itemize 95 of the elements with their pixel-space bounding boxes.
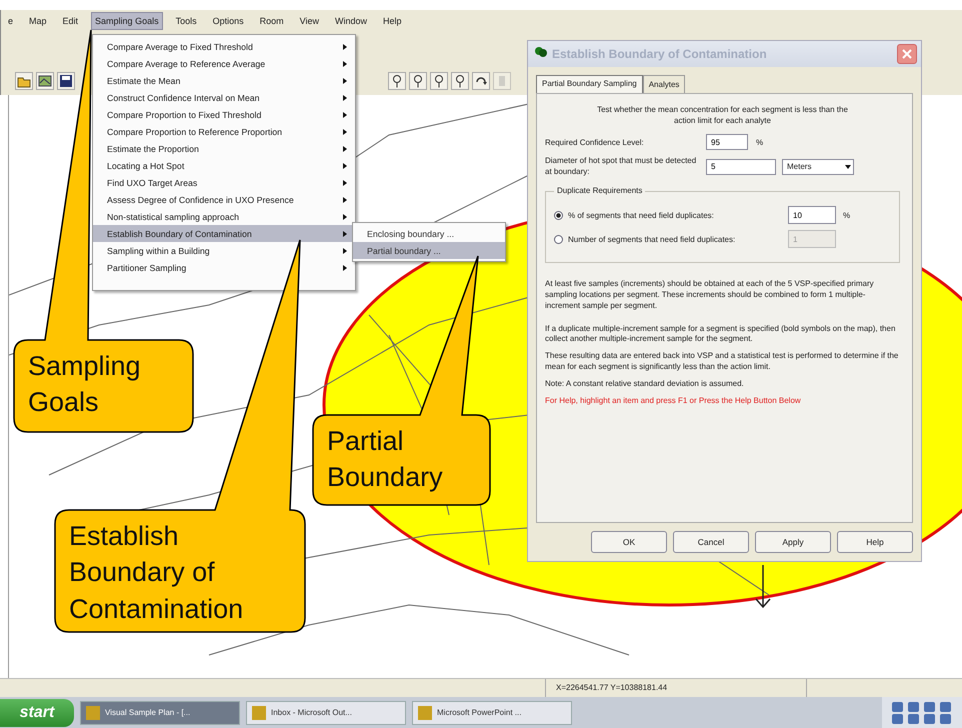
submenu-arrow-icon <box>343 60 347 66</box>
instruction-text: At least five samples (increments) should be obtained at each of the 5 VSP-specified primary sampling locations per segment. These increments should be combined to form 1 multiple-increment sample per segment. <box>545 279 875 312</box>
rotate-icon[interactable] <box>472 72 490 90</box>
menu-bar-item[interactable]: e <box>5 13 16 29</box>
taskbar-button[interactable]: Inbox - Microsoft Out... <box>246 700 406 724</box>
menu-bar-item[interactable]: Options <box>210 13 247 29</box>
submenu-arrow-icon <box>343 162 347 168</box>
down-arrow-icon <box>755 564 771 608</box>
tray-icon[interactable] <box>940 714 951 724</box>
submenu-arrow-icon <box>343 180 347 186</box>
menu-item[interactable]: Assess Degree of Confidence in UXO Presence <box>93 191 355 208</box>
tab[interactable]: Analytes <box>642 75 686 93</box>
radio-button[interactable] <box>554 234 563 244</box>
submenu-arrow-icon <box>343 112 347 118</box>
close-icon <box>902 49 912 59</box>
submenu-arrow-icon <box>343 128 347 134</box>
diameter-input[interactable]: 5 <box>706 158 776 175</box>
menu-bar-item[interactable]: Tools <box>172 13 200 29</box>
group-title: Duplicate Requirements <box>554 186 646 196</box>
tray-icon[interactable] <box>908 714 919 724</box>
confidence-input[interactable]: 95 <box>706 134 748 150</box>
menu-item[interactable]: Partial boundary ... <box>353 242 505 259</box>
menu-bar-item[interactable]: Edit <box>60 13 82 29</box>
map-icon[interactable] <box>36 72 54 90</box>
menu-bar-item[interactable]: Room <box>256 13 287 29</box>
menu-item[interactable]: Non-statistical sampling approach <box>93 208 355 225</box>
menu-item[interactable]: Enclosing boundary ... <box>353 225 505 242</box>
save-icon[interactable] <box>57 72 75 90</box>
pin-icon[interactable] <box>430 72 448 90</box>
tray-icon[interactable] <box>908 702 919 712</box>
menu-item[interactable]: Compare Proportion to Reference Proportion <box>93 123 355 140</box>
menu-bar-item[interactable]: Map <box>26 13 50 29</box>
submenu-arrow-icon <box>343 230 347 236</box>
menu-item[interactable]: Sampling within a Building <box>93 242 355 259</box>
tray-icon[interactable] <box>940 702 951 712</box>
folder-icon[interactable] <box>15 72 33 90</box>
tab[interactable]: Partial Boundary Sampling <box>536 75 643 93</box>
pin-icon[interactable] <box>388 72 406 90</box>
app-icon <box>252 706 266 720</box>
submenu-arrow-icon <box>343 94 347 100</box>
menu-bar-item[interactable]: Help <box>380 13 405 29</box>
menu-item[interactable]: Partitioner Sampling <box>93 259 355 276</box>
tray-icon[interactable] <box>924 714 935 724</box>
submenu-arrow-icon <box>343 248 347 254</box>
menu-item[interactable]: Establish Boundary of Contamination <box>93 225 355 242</box>
menu-bar-item[interactable]: Window <box>332 13 370 29</box>
pin-icon[interactable] <box>409 72 427 90</box>
radio-button[interactable] <box>554 210 563 220</box>
close-button[interactable] <box>897 44 917 64</box>
menu-item[interactable]: Compare Average to Fixed Threshold <box>93 38 355 55</box>
callout-text: Partial Boundary <box>327 425 444 494</box>
submenu-arrow-icon <box>343 146 347 152</box>
instruction-text: If a duplicate multiple-increment sample for a segment is specified (bold symbols on the map), then collect another multiple-increment sample for the segment. <box>545 324 896 346</box>
tray-icon[interactable] <box>924 702 935 712</box>
unit-dropdown[interactable]: Meters <box>782 158 854 175</box>
help-hint-text: For Help, highlight an item and press F1 or Press the Help Button Below <box>545 396 802 406</box>
dialog-button[interactable]: OK <box>591 531 667 553</box>
field-label: Diameter of hot spot that must be detected at boundary: <box>545 156 698 178</box>
callout-text: Sampling Goals <box>28 350 142 420</box>
instruction-text: Note: A constant relative standard deviation is assumed. <box>545 378 745 390</box>
menu-bar-item[interactable]: Sampling Goals <box>91 12 163 30</box>
taskbar-button[interactable]: Visual Sample Plan - [... <box>80 700 240 724</box>
tray-icon[interactable] <box>892 714 903 724</box>
taskbar-button[interactable]: Microsoft PowerPoint ... <box>412 700 572 724</box>
field-label: Required Confidence Level: <box>545 138 645 147</box>
option-label: % of segments that need field duplicates: <box>568 210 715 220</box>
submenu-arrow-icon <box>343 78 347 84</box>
menu-item[interactable]: Estimate the Mean <box>93 72 355 89</box>
submenu-arrow-icon <box>343 264 347 270</box>
menu-item[interactable]: Locating a Hot Spot <box>93 157 355 174</box>
dialog-button[interactable]: Help <box>837 531 913 553</box>
dialog-button[interactable]: Cancel <box>673 531 749 553</box>
app-icon <box>418 706 432 720</box>
menu-item[interactable]: Find UXO Target Areas <box>93 174 355 191</box>
app-icon <box>86 706 100 720</box>
menu-item[interactable]: Construct Confidence Interval on Mean <box>93 89 355 106</box>
unit-label: % <box>756 138 764 147</box>
option-label: Number of segments that need field duplicates: <box>568 234 736 244</box>
pin-icon[interactable] <box>451 72 469 90</box>
tray-icon[interactable] <box>892 702 903 712</box>
menu-item[interactable]: Compare Average to Reference Average <box>93 55 355 72</box>
unit-label: % <box>843 210 850 220</box>
description-text: Test whether the mean concentration for each segment is less than the action limit for each analyte <box>596 104 849 126</box>
submenu-arrow-icon <box>343 214 347 220</box>
instruction-text: These resulting data are entered back into VSP and a statistical test is performed to determine if the mean for each segment is significantly less than the action limit. <box>545 351 900 373</box>
duplicates-input[interactable]: 10 <box>788 206 836 224</box>
menu-bar-item[interactable]: View <box>296 13 322 29</box>
submenu-arrow-icon <box>343 44 347 50</box>
submenu-arrow-icon <box>343 196 347 202</box>
callout-text: Establish Boundary of Contamination <box>69 520 244 626</box>
menu-item[interactable]: Estimate the Proportion <box>93 140 355 157</box>
dialog-button[interactable]: Apply <box>755 531 831 553</box>
dropdown-arrow-icon <box>845 164 851 169</box>
dialog-title: Establish Boundary of Contamination <box>552 47 767 61</box>
menu-item[interactable]: Compare Proportion to Fixed Threshold <box>93 106 355 123</box>
